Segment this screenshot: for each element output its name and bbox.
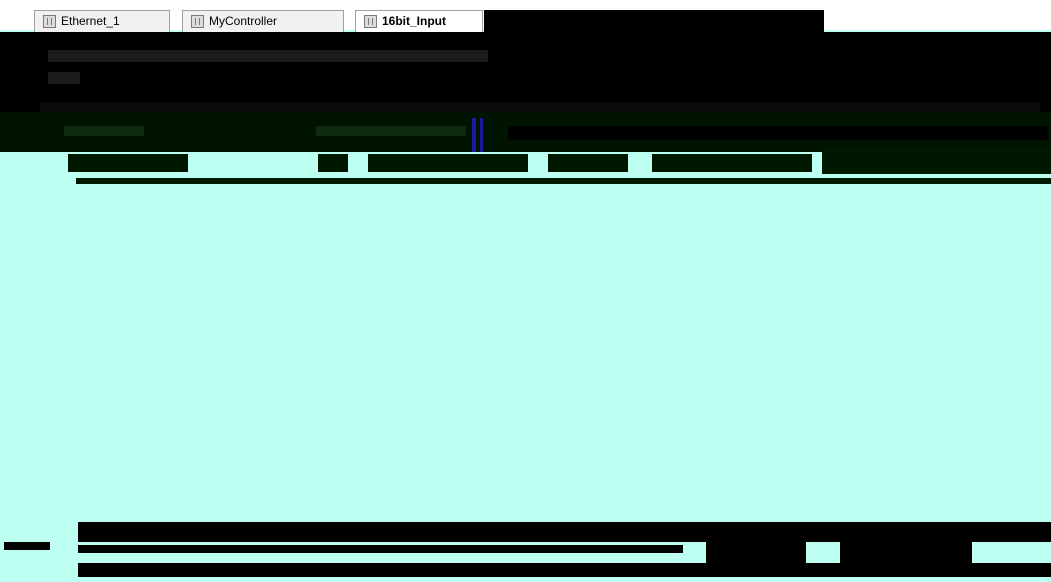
tab-label: 16bit_Input — [382, 14, 447, 28]
strip-item — [316, 126, 466, 136]
bottom-left-marker — [4, 542, 50, 550]
header-cell[interactable] — [68, 154, 188, 172]
header-underline — [76, 178, 1051, 184]
data-grid[interactable] — [0, 190, 1051, 520]
module-icon — [43, 15, 56, 28]
properties-header — [0, 32, 1051, 112]
tab-mycontroller[interactable]: MyController — [182, 10, 344, 32]
tab-ethernet[interactable]: Ethernet_1 — [34, 10, 170, 32]
header-cell[interactable] — [318, 154, 348, 172]
header-cell — [508, 126, 1048, 140]
header-cell[interactable] — [548, 154, 628, 172]
column-strip — [0, 112, 1051, 152]
column-divider[interactable] — [472, 118, 476, 152]
table-header-row — [68, 148, 1051, 188]
tab-label: MyController — [209, 14, 278, 28]
header-column-bar — [40, 102, 1040, 112]
header-cell[interactable] — [652, 154, 812, 172]
header-row-2 — [48, 72, 80, 84]
tab-label: Ethernet_1 — [61, 14, 120, 28]
status-bar — [78, 522, 1051, 542]
bottom-input[interactable] — [78, 545, 683, 553]
header-cell[interactable] — [368, 154, 528, 172]
tab-bar: Ethernet_1 MyController 16bit_Input — [0, 0, 1051, 32]
module-icon — [364, 15, 377, 28]
module-icon — [191, 15, 204, 28]
status-bar-lower — [78, 563, 1051, 577]
tab-title-bar — [484, 10, 824, 32]
header-cell[interactable] — [822, 148, 1051, 174]
header-row-1 — [48, 50, 488, 62]
column-divider[interactable] — [480, 118, 483, 152]
tab-16bit-input[interactable]: 16bit_Input — [355, 10, 483, 32]
strip-item — [64, 126, 144, 136]
